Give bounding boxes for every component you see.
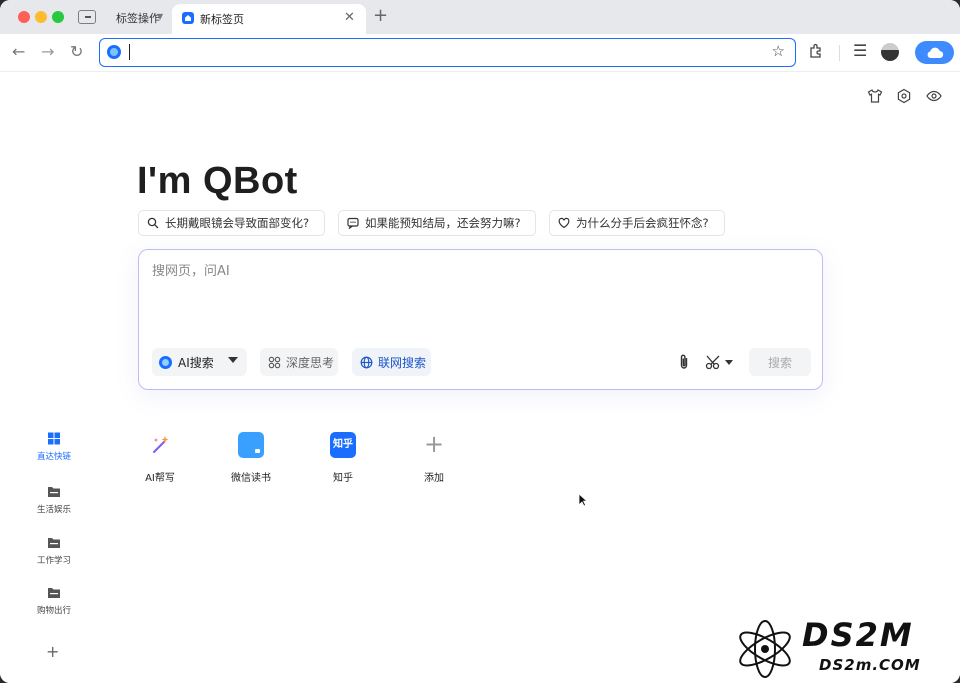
sidebar-item-label: 直达快链 <box>36 452 71 462</box>
search-mode-label: AI搜索 <box>178 355 214 370</box>
shortcut-label: 知乎 <box>333 473 353 484</box>
add-category-button[interactable]: + <box>46 642 59 661</box>
chevron-down-icon <box>228 357 238 363</box>
sidebar-item-work[interactable]: 工作学习 <box>25 536 83 566</box>
zhihu-icon: 知乎 <box>330 432 356 458</box>
chat-icon <box>347 217 359 229</box>
suggestion-label: 如果能预知结局，还会努力嘛? <box>365 216 521 230</box>
maximize-window-button[interactable] <box>52 11 64 23</box>
tab-strip: 标签操作 ▼ 新标签页 ✕ + <box>0 0 960 34</box>
web-search-toggle[interactable]: 联网搜索 <box>352 348 431 376</box>
search-mode-select[interactable]: AI搜索 <box>152 348 247 376</box>
shortcut-weread[interactable]: 微信读书 <box>221 432 281 484</box>
toolbar: ← → ↻ ☆ ☰ <box>0 34 960 72</box>
sidebar-toggle-icon[interactable] <box>78 10 96 24</box>
shortcut-zhihu[interactable]: 知乎 知乎 <box>313 432 373 484</box>
magic-wand-icon <box>147 432 173 458</box>
eye-icon[interactable] <box>926 88 942 104</box>
heart-icon <box>558 217 570 229</box>
suggestion-chip[interactable]: 长期戴眼镜会导致面部变化? <box>138 210 325 236</box>
tab-new-tab[interactable]: 新标签页 ✕ <box>172 4 366 34</box>
folder-icon <box>48 588 60 598</box>
home-icon <box>182 12 194 24</box>
sidebar-item-label: 工作学习 <box>36 556 71 566</box>
tab-group-label[interactable]: 标签操作 <box>116 10 160 26</box>
close-window-button[interactable] <box>18 11 30 23</box>
watermark: DS2M DS2m.COM <box>722 614 960 683</box>
grid-icon <box>48 432 60 445</box>
watermark-sub: DS2m.COM <box>819 656 921 674</box>
close-icon[interactable]: ✕ <box>344 10 355 25</box>
reload-icon[interactable]: ↻ <box>70 42 83 61</box>
shortcut-ai-write[interactable]: AI帮写 <box>130 432 190 484</box>
extensions-puzzle-icon[interactable] <box>808 43 824 59</box>
mouse-cursor-icon <box>578 493 588 507</box>
page-title: I'm QBot <box>137 160 298 202</box>
deep-think-label: 深度思考 <box>286 355 335 370</box>
suggestion-chip[interactable]: 如果能预知结局，还会努力嘛? <box>338 210 536 236</box>
shortcut-add[interactable]: + 添加 <box>404 432 464 484</box>
atom-logo-icon <box>739 620 791 678</box>
suggestion-label: 为什么分手后会疯狂怀念? <box>576 216 709 230</box>
back-arrow-icon[interactable]: ← <box>12 42 25 61</box>
sidebar-item-label: 生活娱乐 <box>36 505 71 515</box>
search-icon <box>147 217 159 229</box>
folder-icon <box>48 538 60 548</box>
suggestion-chip[interactable]: 为什么分手后会疯狂怀念? <box>549 210 725 236</box>
toolbar-divider <box>839 45 840 61</box>
cloud-icon <box>927 47 944 59</box>
globe-icon <box>360 356 373 368</box>
deep-think-toggle[interactable]: 深度思考 <box>260 348 338 376</box>
shortcut-label: 添加 <box>424 473 444 484</box>
address-bar[interactable]: ☆ <box>99 38 796 67</box>
paperclip-icon[interactable] <box>674 352 694 372</box>
minimize-window-button[interactable] <box>35 11 47 23</box>
search-submit-button[interactable]: 搜索 <box>749 348 811 376</box>
browser-window: 标签操作 ▼ 新标签页 ✕ + ← → ↻ ☆ ☰ I'm QBot 长期戴眼镜… <box>0 0 960 683</box>
sidebar-item-shortcuts[interactable]: 直达快链 <box>25 432 83 462</box>
plus-icon: + <box>423 430 445 458</box>
menu-icon[interactable]: ☰ <box>853 41 867 60</box>
sidebar-item-life[interactable]: 生活娱乐 <box>25 485 83 515</box>
shortcut-label: 微信读书 <box>231 473 271 484</box>
folder-icon <box>48 487 60 497</box>
qbot-logo-icon <box>159 355 172 369</box>
web-search-label: 联网搜索 <box>378 355 427 370</box>
suggestion-label: 长期戴眼镜会导致面部变化? <box>165 216 310 230</box>
avatar[interactable] <box>881 43 899 61</box>
forward-arrow-icon[interactable]: → <box>41 42 54 61</box>
cloud-sync-button[interactable] <box>915 41 954 64</box>
browser-logo-icon <box>107 45 121 59</box>
sidebar-item-label: 购物出行 <box>36 606 71 616</box>
tab-title: 新标签页 <box>200 13 244 26</box>
ai-search-box: AI搜索 深度思考 联网搜索 <box>138 249 823 390</box>
sidebar-item-shopping[interactable]: 购物出行 <box>25 586 83 616</box>
new-tab-page: I'm QBot 长期戴眼镜会导致面部变化? 如果能预知结局，还会努力嘛? 为什… <box>0 72 960 683</box>
weread-icon <box>238 432 264 458</box>
bookmark-star-icon[interactable]: ☆ <box>772 42 785 60</box>
deep-think-icon <box>268 356 281 368</box>
chevron-down-icon[interactable]: ▼ <box>157 12 163 21</box>
chevron-down-icon[interactable] <box>725 360 733 365</box>
scissors-icon[interactable] <box>704 352 724 372</box>
text-caret <box>129 44 130 60</box>
watermark-main: DS2M <box>802 616 914 654</box>
settings-hexagon-icon[interactable] <box>896 88 912 104</box>
search-input[interactable] <box>152 264 792 279</box>
tshirt-skin-icon[interactable] <box>867 88 883 104</box>
new-tab-button[interactable]: + <box>373 5 388 26</box>
shortcut-label: AI帮写 <box>145 473 175 484</box>
